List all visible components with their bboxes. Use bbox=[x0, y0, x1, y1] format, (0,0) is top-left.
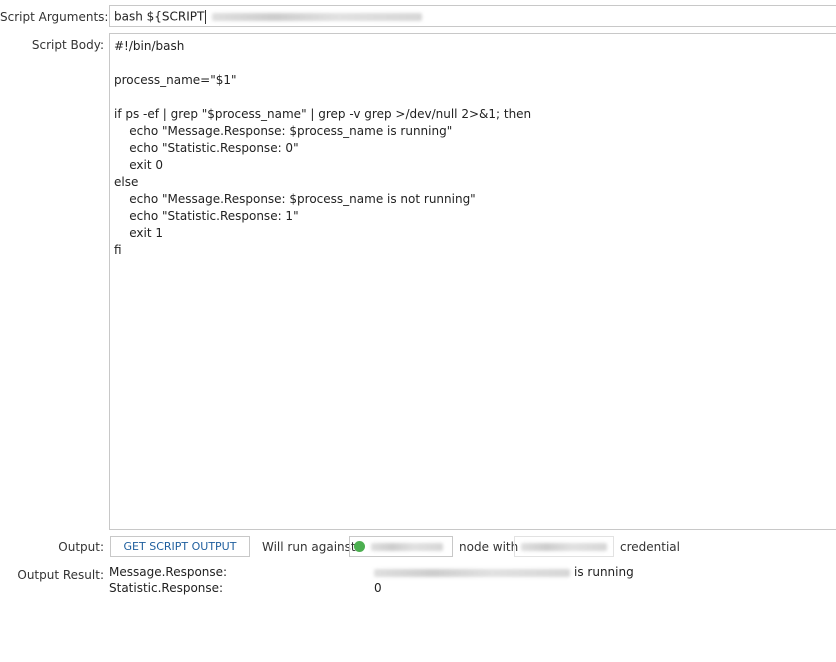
credential-selector[interactable] bbox=[514, 536, 614, 557]
result-key-message: Message.Response: bbox=[109, 565, 228, 579]
result-key-statistic: Statistic.Response: bbox=[109, 581, 224, 595]
redacted-node-name bbox=[371, 542, 443, 551]
code-line: echo "Message.Response: $process_name is… bbox=[114, 124, 453, 138]
script-arguments-value: bash ${SCRIPT bbox=[114, 9, 205, 24]
code-line: #!/bin/bash bbox=[114, 39, 185, 53]
code-line: exit 1 bbox=[114, 226, 164, 240]
code-line: if ps -ef | grep "$process_name" | grep … bbox=[114, 107, 532, 121]
redacted-process-name bbox=[374, 568, 570, 577]
code-line: echo "Statistic.Response: 1" bbox=[114, 209, 299, 223]
redacted-argument-text bbox=[212, 12, 423, 21]
output-result-label: Output Result: bbox=[17, 568, 104, 582]
result-value-statistic: 0 bbox=[374, 581, 382, 595]
script-arguments-label: Script Arguments: bbox=[0, 10, 109, 24]
script-body-textarea[interactable]: #!/bin/bash process_name="$1" if ps -ef … bbox=[109, 33, 836, 530]
get-script-output-button[interactable]: GET SCRIPT OUTPUT bbox=[110, 536, 250, 557]
code-line: fi bbox=[114, 243, 122, 257]
node-status-icon bbox=[354, 541, 365, 552]
redacted-credential-name bbox=[521, 542, 607, 551]
node-selector[interactable] bbox=[349, 536, 453, 557]
result-value-message: is running bbox=[374, 565, 634, 579]
code-line: exit 0 bbox=[114, 158, 164, 172]
result-message-text: is running bbox=[574, 565, 634, 579]
credential-text: credential bbox=[620, 540, 680, 554]
code-line: process_name="$1" bbox=[114, 73, 237, 87]
code-line: else bbox=[114, 175, 139, 189]
code-line: echo "Message.Response: $process_name is… bbox=[114, 192, 476, 206]
script-arguments-input[interactable]: bash ${SCRIPT bbox=[109, 5, 836, 27]
script-body-label: Script Body: bbox=[31, 38, 104, 52]
will-run-against-text: Will run against bbox=[262, 540, 356, 554]
text-caret bbox=[205, 9, 207, 24]
code-line: echo "Statistic.Response: 0" bbox=[114, 141, 299, 155]
node-with-text: node with bbox=[459, 540, 519, 554]
output-label: Output: bbox=[58, 540, 104, 554]
